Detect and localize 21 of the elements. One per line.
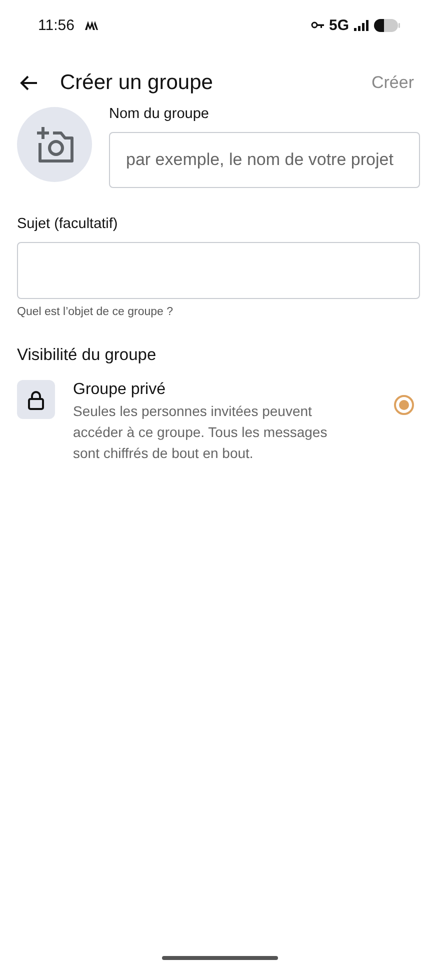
add-photo-icon	[34, 126, 74, 164]
back-arrow-icon	[20, 75, 38, 91]
group-name-label: Nom du groupe	[109, 106, 210, 122]
signal-icon	[354, 20, 369, 30]
subject-field[interactable]	[17, 242, 420, 299]
visibility-heading: Visibilité du groupe	[17, 346, 158, 365]
lock-icon	[28, 390, 44, 410]
status-time: 11:56	[38, 16, 74, 34]
option-description: Seules les personnes invitées peuvent accéder à ce groupe. Tous les messages sont chiffrés de bout en bout.	[73, 402, 328, 463]
subject-label: Sujet (facultatif)	[17, 216, 119, 232]
network-type: 5G	[328, 16, 349, 34]
battery-icon	[374, 18, 400, 32]
subject-hint: Quel est l’objet de ce groupe ?	[17, 306, 174, 318]
radio-button[interactable]	[394, 395, 414, 415]
create-button[interactable]: Créer	[371, 73, 414, 93]
group-name-field[interactable]: par exemple, le nom de votre projet	[109, 132, 420, 188]
option-title: Groupe privé	[73, 381, 166, 399]
app-logo-icon	[85, 20, 98, 30]
back-button[interactable]	[20, 75, 38, 91]
screen-title: Créer un groupe	[60, 71, 214, 95]
key-icon	[310, 21, 324, 29]
